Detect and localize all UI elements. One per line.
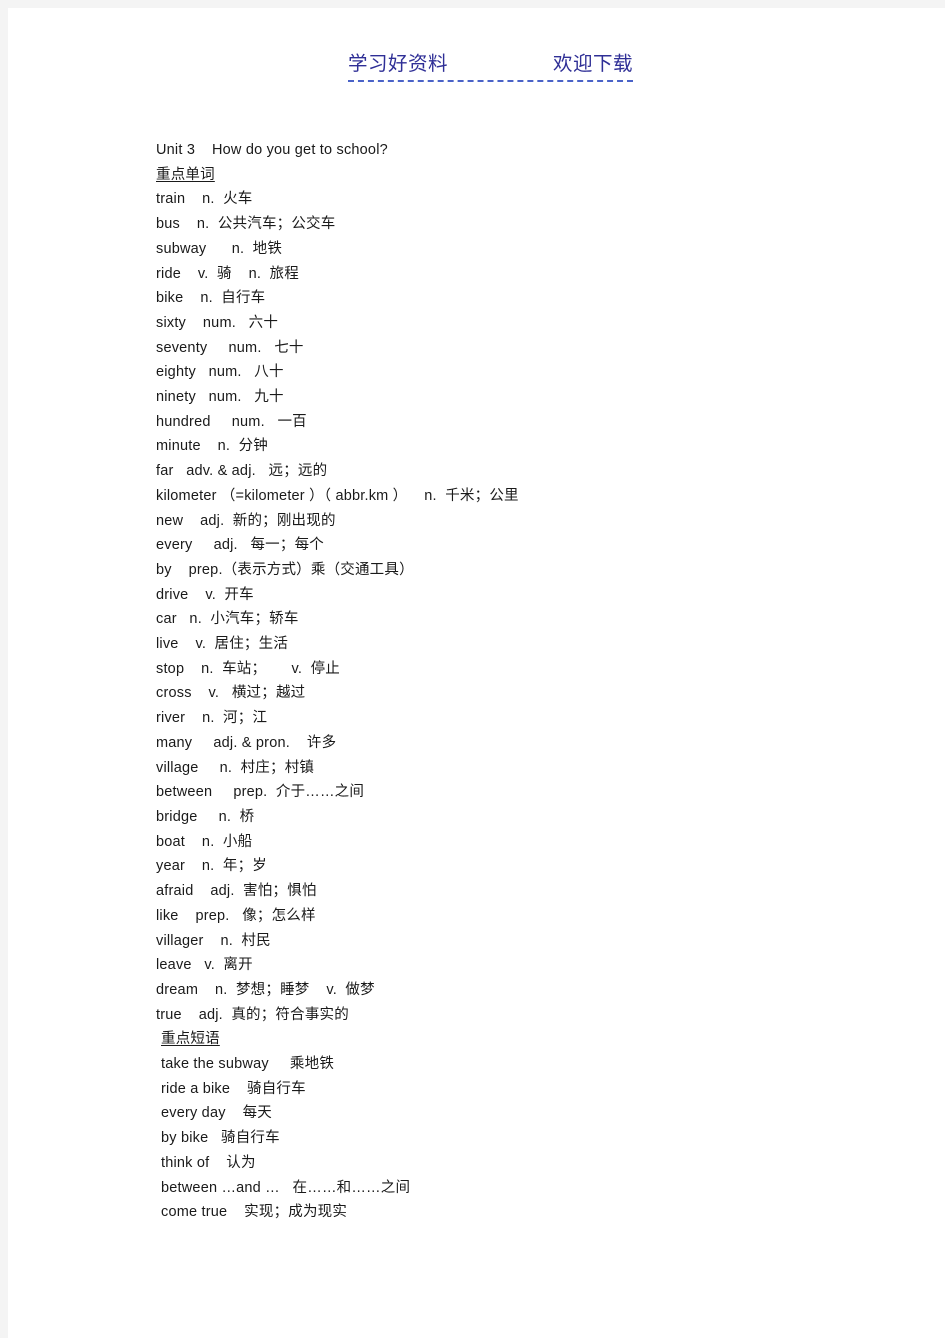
vocab-entry: new adj. 新的；刚出现的	[156, 512, 336, 529]
vocab-entry: bike n. 自行车	[156, 290, 266, 307]
vocab-entry: car n. 小汽车；轿车	[156, 611, 299, 628]
vocab-entry: minute n. 分钟	[156, 438, 268, 455]
vocab-entry: bridge n. 桥	[156, 808, 255, 825]
vocab-entry: stop n. 车站； v. 停止	[156, 660, 341, 677]
vocab-entry: dream n. 梦想；睡梦 v. 做梦	[156, 981, 375, 998]
header-left-text: 学习好资料	[348, 53, 449, 75]
section-heading-phrases: 重点短语	[156, 1027, 896, 1052]
vocab-entry: boat n. 小船	[156, 833, 253, 850]
phrase-entry-text: by bike 骑自行车	[161, 1130, 280, 1147]
document-page: 学习好资料 欢迎下载 Unit 3 How do you get to scho…	[8, 8, 945, 1338]
vocab-entry: hundred num. 一百	[156, 413, 307, 430]
vocab-entry: eighty num. 八十	[156, 364, 284, 381]
vocab-entry: many adj. & pron. 许多	[156, 734, 337, 751]
vocab-entry: village n. 村庄；村镇	[156, 759, 315, 776]
vocab-entry: far adv. & adj. 远；远的	[156, 463, 328, 480]
vocab-entry: leave v. 离开	[156, 957, 253, 974]
section-heading-vocabulary-text: 重点单词	[156, 166, 215, 183]
vocab-entry: ninety num. 九十	[156, 389, 284, 406]
phrase-entry-text: come true 实现；成为现实	[161, 1204, 348, 1221]
phrase-entry: come true 实现；成为现实	[156, 1200, 896, 1225]
document-title: Unit 3 How do you get to school?	[156, 142, 388, 158]
document-body: Unit 3 How do you get to school? 重点单词 tr…	[156, 138, 896, 1225]
vocab-entry: river n. 河；江	[156, 710, 268, 727]
vocab-entry: between prep. 介于……之间	[156, 784, 365, 801]
phrase-entry-text: every day 每天	[161, 1105, 272, 1122]
vocab-entry: seventy num. 七十	[156, 339, 304, 356]
vocab-entry: train n. 火车	[156, 191, 253, 208]
vocab-entry: subway n. 地铁	[156, 240, 283, 257]
phrase-entry: think of 认为	[156, 1151, 896, 1176]
vocab-entry: bus n. 公共汽车；公交车	[156, 216, 336, 233]
phrase-entry: take the subway 乘地铁	[156, 1052, 896, 1077]
phrase-entry-text: ride a bike 骑自行车	[161, 1080, 306, 1097]
vocab-entry: like prep. 像；怎么样	[156, 907, 316, 924]
vocab-entry: true adj. 真的；符合事实的	[156, 1006, 349, 1023]
vocab-entry: afraid adj. 害怕；惧怕	[156, 883, 317, 900]
phrase-entry-text: take the subway 乘地铁	[161, 1056, 335, 1073]
phrase-entry: every day 每天	[156, 1101, 896, 1126]
vocab-entry: ride v. 骑 n. 旅程	[156, 265, 299, 282]
phrase-entry: between …and … 在……和……之间	[156, 1176, 896, 1201]
vocab-entry: villager n. 村民	[156, 932, 271, 949]
vocab-entry: every adj. 每一；每个	[156, 537, 324, 554]
phrase-entry-text: think of 认为	[161, 1154, 256, 1171]
vocab-entry: kilometer （=kilometer ）（ abbr.km ） n. 千米…	[156, 487, 519, 504]
phrase-entry-text: between …and … 在……和……之间	[161, 1179, 411, 1196]
vocab-entry: live v. 居住；生活	[156, 636, 289, 653]
header-right-text: 欢迎下载	[552, 53, 633, 75]
page-header: 学习好资料 欢迎下载	[348, 52, 633, 86]
vocab-entry: by prep.（表示方式）乘（交通工具）	[156, 561, 414, 578]
vocab-entry: drive v. 开车	[156, 586, 254, 603]
vocab-entry: cross v. 横过；越过	[156, 685, 306, 702]
vocab-entry: year n. 年；岁	[156, 858, 267, 875]
section-heading-vocabulary: 重点单词	[156, 163, 896, 188]
phrase-entry: by bike 骑自行车	[156, 1126, 896, 1151]
header-dashed-rule	[348, 80, 633, 82]
section-heading-phrases-text: 重点短语	[161, 1031, 220, 1048]
phrase-entry: ride a bike 骑自行车	[156, 1077, 896, 1102]
vocab-entry: sixty num. 六十	[156, 314, 279, 331]
